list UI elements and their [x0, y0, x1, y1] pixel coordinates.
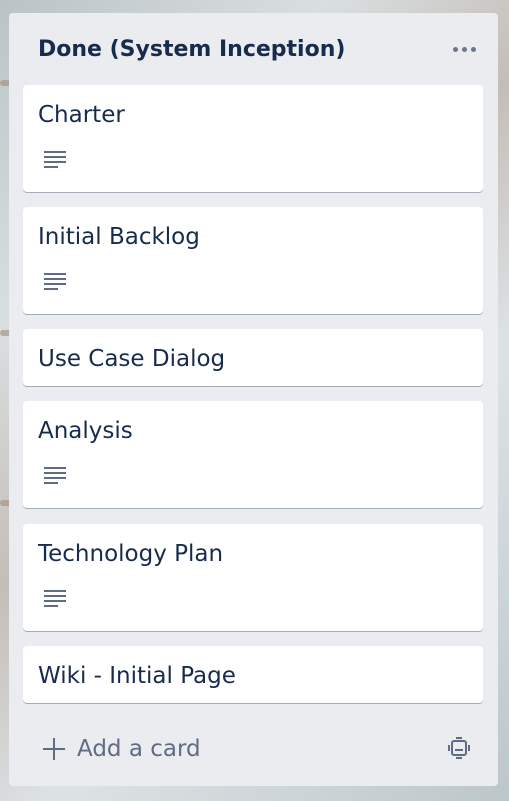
description-icon — [44, 151, 66, 169]
card-title: Analysis — [38, 418, 133, 444]
card[interactable]: Technology Plan — [23, 524, 483, 631]
add-card-label: Add a card — [77, 736, 201, 762]
list-header: Done (System Inception) — [9, 13, 498, 85]
card-template-icon[interactable] — [448, 737, 470, 759]
card[interactable]: Initial Backlog — [23, 207, 483, 314]
list-column: Done (System Inception) Charter Initial … — [9, 13, 498, 786]
card-title: Technology Plan — [38, 541, 224, 567]
card-title: Use Case Dialog — [38, 346, 226, 372]
card-title: Charter — [38, 102, 125, 128]
card[interactable]: Charter — [23, 85, 483, 192]
description-icon — [44, 590, 66, 608]
description-icon — [44, 273, 66, 291]
card[interactable]: Wiki - Initial Page — [23, 646, 483, 703]
more-horizontal-icon[interactable] — [448, 35, 480, 63]
card-title: Wiki - Initial Page — [38, 663, 236, 689]
plus-icon — [43, 738, 65, 760]
card[interactable]: Analysis — [23, 401, 483, 508]
description-icon — [44, 467, 66, 485]
list-title[interactable]: Done (System Inception) — [38, 37, 345, 62]
card-title: Initial Backlog — [38, 224, 200, 250]
add-card-button[interactable]: Add a card — [29, 731, 389, 767]
card[interactable]: Use Case Dialog — [23, 329, 483, 386]
